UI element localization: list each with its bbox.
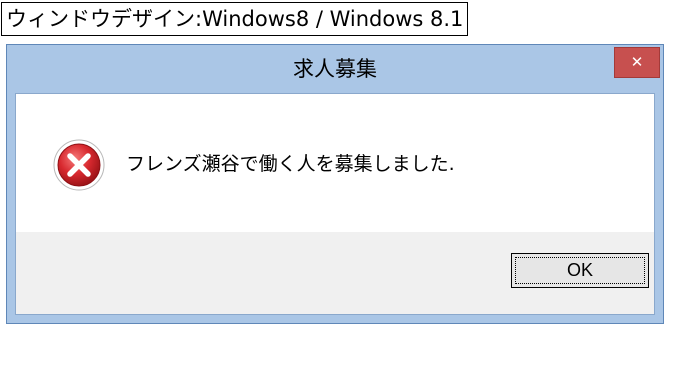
close-button[interactable]: ✕ [614, 47, 660, 78]
error-x-icon [53, 139, 105, 191]
close-icon: ✕ [630, 53, 644, 71]
caption-label: ウィンドウデザイン:Windows8 / Windows 8.1 [1, 2, 469, 36]
dialog-message: フレンズ瀬谷で働く人を募集しました. [126, 153, 455, 175]
window-title: 求人募集 [293, 57, 377, 81]
ok-button-label: OK [515, 257, 645, 284]
dialog-client-area: フレンズ瀬谷で働く人を募集しました. OK [15, 93, 655, 315]
ok-button[interactable]: OK [511, 253, 649, 288]
message-area: フレンズ瀬谷で働く人を募集しました. [16, 94, 654, 232]
title-bar[interactable]: 求人募集 ✕ [7, 45, 663, 93]
button-bar: OK [16, 232, 654, 314]
dialog-window: 求人募集 ✕ フレンズ瀬谷で働く人を募集しました. OK [6, 44, 664, 324]
